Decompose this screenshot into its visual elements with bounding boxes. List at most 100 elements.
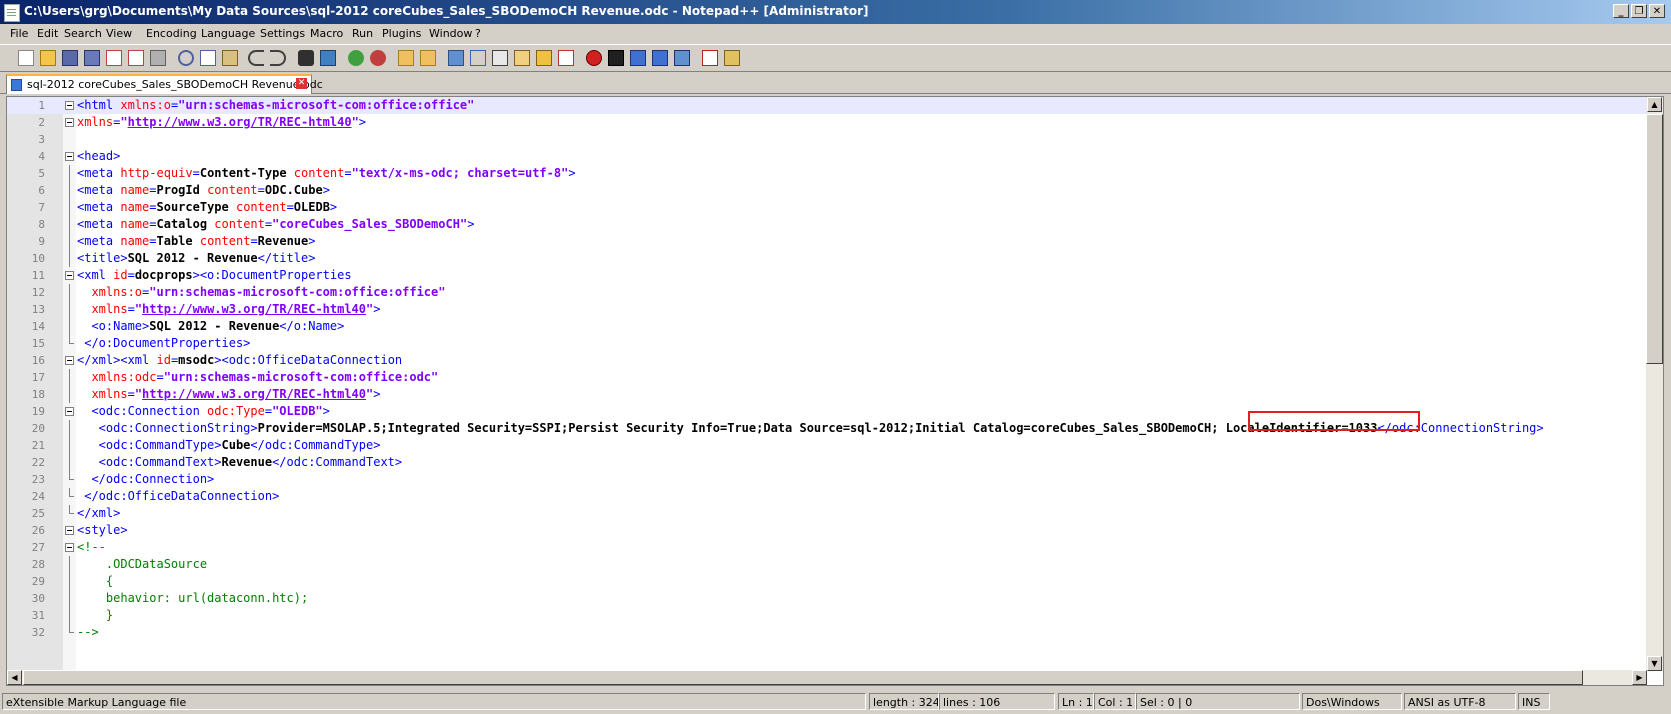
code-line[interactable]: 6 <meta name=ProgId content=ODC.Cube> — [7, 182, 1647, 199]
function-list-icon[interactable] — [558, 50, 574, 66]
save-all-icon[interactable] — [84, 50, 100, 66]
cut-icon[interactable] — [178, 50, 194, 66]
copy-icon[interactable] — [200, 50, 216, 66]
code-line[interactable]: 10 <title>SQL 2012 - Revenue</title> — [7, 250, 1647, 267]
fold-toggle-icon[interactable] — [65, 118, 74, 127]
fold-toggle-icon[interactable] — [65, 101, 74, 110]
close-all-icon[interactable] — [128, 50, 144, 66]
zoom-in-icon[interactable] — [348, 50, 364, 66]
fold-line — [69, 182, 70, 199]
code-line[interactable]: 12 xmlns:o="urn:schemas-microsoft-com:of… — [7, 284, 1647, 301]
undo-icon[interactable] — [248, 50, 264, 66]
menu-file[interactable]: File — [4, 24, 34, 44]
code-line[interactable]: 22 <odc:CommandText>Revenue</odc:Command… — [7, 454, 1647, 471]
code-line[interactable]: 30 behavior: url(dataconn.htc); — [7, 590, 1647, 607]
code-line[interactable]: 3 — [7, 131, 1647, 148]
code-line[interactable]: 17 xmlns:odc="urn:schemas-microsoft-com:… — [7, 369, 1647, 386]
fold-toggle-icon[interactable] — [65, 526, 74, 535]
redo-icon[interactable] — [270, 50, 286, 66]
save-icon[interactable] — [62, 50, 78, 66]
code-line[interactable]: 16 </xml><xml id=msodc><odc:OfficeDataCon… — [7, 352, 1647, 369]
code-line[interactable]: 2 xmlns="http://www.w3.org/TR/REC-html40"… — [7, 114, 1647, 131]
print-icon[interactable] — [150, 50, 166, 66]
playback-icon[interactable] — [630, 50, 646, 66]
zoom-out-icon[interactable] — [370, 50, 386, 66]
indent-guide-icon[interactable] — [492, 50, 508, 66]
scroll-up-arrow-icon[interactable]: ▲ — [1647, 97, 1662, 112]
code-line[interactable]: 27 <!-- — [7, 539, 1647, 556]
stop-record-icon[interactable] — [608, 50, 624, 66]
code-line[interactable]: 31 } — [7, 607, 1647, 624]
document-map-icon[interactable] — [536, 50, 552, 66]
fold-line — [69, 454, 70, 471]
line-text: <!-- — [77, 540, 106, 554]
scroll-right-arrow-icon[interactable]: ▶ — [1632, 670, 1647, 685]
code-line[interactable]: 26 <style> — [7, 522, 1647, 539]
code-line[interactable]: 13 xmlns="http://www.w3.org/TR/REC-html4… — [7, 301, 1647, 318]
vertical-scrollbar[interactable]: ▲ ▼ — [1646, 97, 1663, 671]
minimize-button[interactable]: _ — [1613, 4, 1629, 18]
code-editor[interactable]: 1 <html xmlns:o="urn:schemas-microsoft-co… — [6, 96, 1664, 686]
record-macro-icon[interactable] — [586, 50, 602, 66]
fold-toggle-icon[interactable] — [65, 152, 74, 161]
code-line[interactable]: 28 .ODCDataSource — [7, 556, 1647, 573]
maximize-button[interactable]: ❐ — [1631, 4, 1647, 18]
code-line[interactable]: 15 </o:DocumentProperties> — [7, 335, 1647, 352]
menu-macro[interactable]: Macro — [304, 24, 349, 44]
user-language-icon[interactable] — [514, 50, 530, 66]
code-line[interactable]: 25 </xml> — [7, 505, 1647, 522]
find-icon[interactable] — [298, 50, 314, 66]
status-column: Col : 1 — [1094, 693, 1136, 710]
menu-encoding[interactable]: Encoding — [140, 24, 203, 44]
code-line[interactable]: 7 <meta name=SourceType content=OLEDB> — [7, 199, 1647, 216]
menu-view[interactable]: View — [100, 24, 138, 44]
tab-active-file[interactable]: sql-2012 coreCubes_Sales_SBODemoCH Reven… — [6, 74, 323, 94]
code-line[interactable]: 1 <html xmlns:o="urn:schemas-microsoft-co… — [7, 97, 1647, 114]
vertical-scroll-thumb[interactable] — [1646, 114, 1663, 364]
code-line[interactable]: 29 { — [7, 573, 1647, 590]
code-line[interactable]: 23 </odc:Connection> — [7, 471, 1647, 488]
run-macro-multiple-icon[interactable] — [652, 50, 668, 66]
fold-toggle-icon[interactable] — [65, 271, 74, 280]
highlighted-locale-identifier — [1248, 411, 1420, 431]
horizontal-scrollbar[interactable]: ◀ ▶ — [7, 670, 1647, 685]
menu-settings[interactable]: Settings — [254, 24, 311, 44]
code-line[interactable]: 5 <meta http-equiv=Content-Type content="… — [7, 165, 1647, 182]
code-line[interactable]: 9 <meta name=Table content=Revenue> — [7, 233, 1647, 250]
spell-check-icon[interactable] — [702, 50, 718, 66]
code-area[interactable]: 1 <html xmlns:o="urn:schemas-microsoft-co… — [7, 97, 1647, 671]
new-file-icon[interactable] — [18, 50, 34, 66]
menu-plugins[interactable]: Plugins — [376, 24, 427, 44]
replace-icon[interactable] — [320, 50, 336, 66]
code-line[interactable]: 18 xmlns="http://www.w3.org/TR/REC-html4… — [7, 386, 1647, 403]
save-macro-icon[interactable] — [674, 50, 690, 66]
word-wrap-icon[interactable] — [448, 50, 464, 66]
code-line[interactable]: 14 <o:Name>SQL 2012 - Revenue</o:Name> — [7, 318, 1647, 335]
close-button[interactable]: ✕ — [1649, 4, 1665, 18]
fold-toggle-icon[interactable] — [65, 407, 74, 416]
menu-run[interactable]: Run — [346, 24, 379, 44]
fold-toggle-icon[interactable] — [65, 356, 74, 365]
code-line[interactable]: 11 <xml id=docprops><o:DocumentProperties — [7, 267, 1647, 284]
paste-icon[interactable] — [222, 50, 238, 66]
close-icon[interactable] — [106, 50, 122, 66]
code-line[interactable]: 4 <head> — [7, 148, 1647, 165]
code-line[interactable]: 32 --> — [7, 624, 1647, 641]
code-line[interactable]: 8 <meta name=Catalog content="coreCubes_S… — [7, 216, 1647, 233]
code-line[interactable]: 24 </odc:OfficeDataConnection> — [7, 488, 1647, 505]
fold-toggle-icon[interactable] — [65, 543, 74, 552]
code-line[interactable]: 21 <odc:CommandType>Cube</odc:CommandTyp… — [7, 437, 1647, 454]
sync-horizontal-icon[interactable] — [420, 50, 436, 66]
notepad-app-icon[interactable] — [4, 4, 20, 22]
horizontal-scroll-thumb[interactable] — [23, 670, 1583, 685]
show-all-chars-icon[interactable] — [470, 50, 486, 66]
fold-line — [69, 284, 70, 301]
menu-help[interactable]: ? — [469, 24, 487, 44]
sync-vertical-icon[interactable] — [398, 50, 414, 66]
tab-close-icon[interactable]: ✕ — [296, 78, 307, 89]
scroll-left-arrow-icon[interactable]: ◀ — [7, 670, 22, 685]
menu-language[interactable]: Language — [195, 24, 261, 44]
plugin-icon[interactable] — [724, 50, 740, 66]
scroll-down-arrow-icon[interactable]: ▼ — [1647, 656, 1662, 671]
open-file-icon[interactable] — [40, 50, 56, 66]
